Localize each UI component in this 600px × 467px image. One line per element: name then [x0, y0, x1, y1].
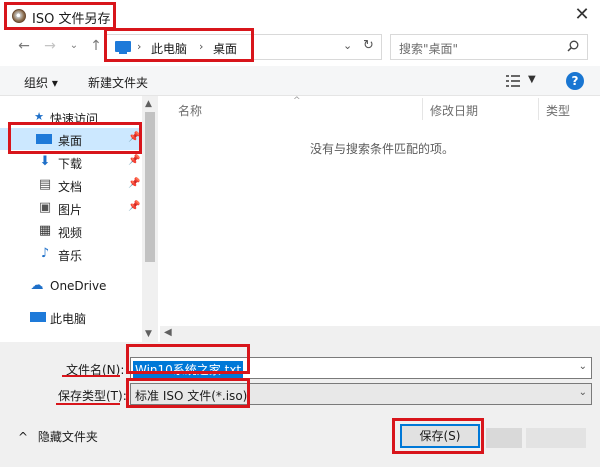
sidebar-scroll-thumb[interactable]: [145, 112, 155, 262]
recent-locations-icon[interactable]: ⌄: [66, 38, 82, 54]
horizontal-scrollbar[interactable]: ◀: [160, 326, 600, 342]
cloud-icon: ☁: [30, 278, 44, 293]
music-icon: ♪: [40, 246, 50, 261]
breadcrumb-this-pc[interactable]: 此电脑: [151, 40, 187, 57]
close-icon[interactable]: ✕: [572, 5, 592, 25]
sidebar-item-desktop[interactable]: 桌面 📌: [0, 128, 142, 150]
help-icon[interactable]: ?: [566, 72, 584, 90]
view-dropdown-icon[interactable]: ▼: [528, 74, 536, 85]
underline-filename: [62, 375, 120, 377]
breadcrumb-separator: ›: [137, 40, 142, 53]
obscured-area: [486, 428, 522, 448]
computer-icon: [30, 312, 46, 322]
desktop-icon: [36, 134, 52, 144]
scroll-down-icon[interactable]: ▼: [145, 329, 152, 339]
column-divider[interactable]: [422, 98, 423, 120]
filetype-label: 保存类型(T):: [58, 389, 127, 403]
filetype-select[interactable]: 标准 ISO 文件(*.iso) ⌄: [130, 383, 592, 405]
title-bar: ISO 文件另存 ✕: [0, 0, 600, 32]
new-folder-button[interactable]: 新建文件夹: [88, 74, 148, 91]
hide-folders-toggle[interactable]: ^ 隐藏文件夹: [18, 428, 98, 445]
filename-field[interactable]: Win10系统之家.txt ⌄: [130, 357, 592, 379]
scroll-up-icon[interactable]: ▲: [145, 99, 152, 109]
up-arrow-icon[interactable]: ↑: [88, 38, 104, 54]
back-arrow-icon[interactable]: ←: [16, 38, 32, 54]
search-input[interactable]: 搜索"桌面": [390, 34, 588, 60]
sidebar-item-downloads[interactable]: ⬇ 下载 📌: [0, 151, 142, 173]
chevron-up-icon: ^: [18, 430, 29, 444]
sidebar-item-music[interactable]: ♪ 音乐: [0, 243, 142, 265]
search-icon[interactable]: [567, 40, 579, 52]
filetype-value: 标准 ISO 文件(*.iso): [135, 389, 248, 403]
navigation-pane: ★ 快速访问 桌面 📌 ⬇ 下载 📌 ▤ 文档 📌 ▣ 图片 📌 ▦ 视频 ♪ …: [0, 96, 158, 342]
forward-arrow-icon[interactable]: →: [42, 38, 58, 54]
search-placeholder: 搜索"桌面": [399, 42, 459, 56]
save-button[interactable]: 保存(S): [400, 424, 480, 448]
app-icon: [12, 9, 26, 23]
sort-caret-icon: ^: [293, 96, 301, 106]
window-title: ISO 文件另存: [32, 12, 111, 27]
obscured-area: [526, 428, 586, 448]
underline-filetype: [56, 403, 120, 405]
sidebar-item-videos[interactable]: ▦ 视频: [0, 220, 142, 242]
chevron-down-icon[interactable]: ⌄: [579, 387, 587, 398]
sidebar-item-quick-access[interactable]: ★ 快速访问: [0, 106, 142, 128]
column-header-name[interactable]: 名称: [178, 102, 202, 119]
scroll-left-icon[interactable]: ◀: [164, 327, 172, 338]
pin-icon[interactable]: 📌: [128, 155, 140, 166]
chevron-down-icon[interactable]: ⌄: [579, 361, 587, 372]
view-options-icon[interactable]: [506, 75, 520, 87]
pin-icon[interactable]: 📌: [128, 201, 140, 212]
refresh-icon[interactable]: ↻: [363, 38, 374, 53]
sidebar-item-documents[interactable]: ▤ 文档 📌: [0, 174, 142, 196]
filename-value: Win10系统之家.txt: [133, 361, 244, 378]
column-header-date[interactable]: 修改日期: [430, 102, 478, 119]
document-icon: ▤: [38, 177, 52, 192]
command-bar: 组织 ▾ 新建文件夹 ▼ ?: [0, 66, 600, 96]
empty-state-message: 没有与搜索条件匹配的项。: [310, 142, 455, 156]
pictures-icon: ▣: [38, 200, 52, 215]
column-header-type[interactable]: 类型: [546, 102, 570, 119]
breadcrumb-separator: ›: [199, 40, 204, 53]
pin-icon[interactable]: 📌: [128, 132, 140, 143]
video-icon: ▦: [38, 223, 52, 238]
star-icon: ★: [34, 110, 44, 123]
sidebar-item-onedrive[interactable]: ☁ OneDrive: [0, 275, 142, 297]
download-icon: ⬇: [39, 154, 51, 169]
sidebar-item-this-pc[interactable]: 此电脑: [0, 306, 142, 328]
organize-menu[interactable]: 组织 ▾: [24, 74, 58, 91]
pin-icon[interactable]: 📌: [128, 178, 140, 189]
file-list: ^ 名称 修改日期 类型 没有与搜索条件匹配的项。: [160, 96, 600, 342]
sidebar-item-pictures[interactable]: ▣ 图片 📌: [0, 197, 142, 219]
computer-icon: [115, 41, 131, 54]
breadcrumb-desktop[interactable]: 桌面: [213, 40, 237, 57]
chevron-down-icon[interactable]: ⌄: [343, 39, 352, 52]
address-bar[interactable]: › 此电脑 › 桌面 ⌄ ↻: [106, 34, 382, 60]
column-divider[interactable]: [538, 98, 539, 120]
